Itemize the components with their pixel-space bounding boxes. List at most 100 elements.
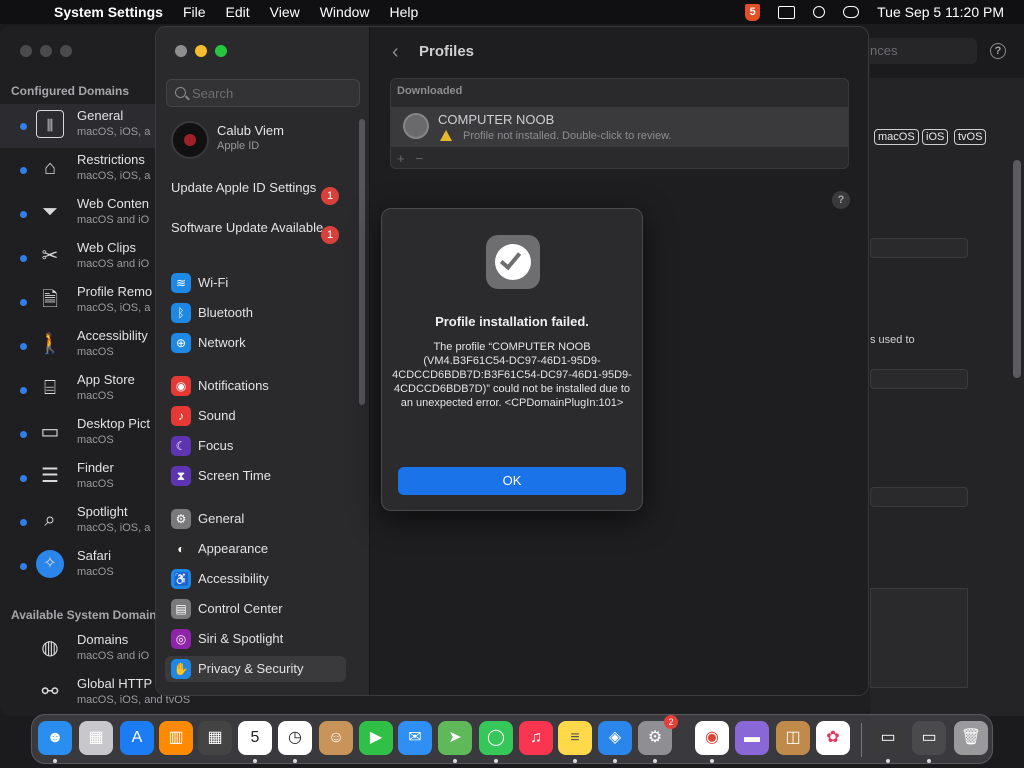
menu-edit[interactable]: Edit [226, 4, 250, 20]
dock-notes-icon[interactable]: ≡ [558, 721, 592, 755]
account-name: Calub Viem [217, 123, 284, 138]
help-button[interactable]: ? [832, 191, 850, 209]
sidebar-scrollbar[interactable] [359, 119, 365, 405]
remove-profile-button[interactable]: − [415, 151, 423, 166]
search-icon [175, 87, 186, 98]
dock-chrome-icon[interactable]: ◉ [695, 721, 729, 755]
sidebar-item-sound[interactable]: ♪ Sound [171, 403, 349, 429]
domain-title: Accessibility [77, 328, 148, 343]
dock-contacts-icon[interactable]: ☺ [319, 721, 353, 755]
close-button[interactable] [20, 45, 32, 57]
dock-package-icon[interactable]: ◫ [776, 721, 810, 755]
html5-status-icon[interactable]: 5 [745, 3, 761, 21]
bg-help-icon[interactable]: ? [990, 43, 1006, 59]
sidebar-item-notifications[interactable]: ◉ Notifications [171, 373, 349, 399]
dock-music-icon[interactable]: ♫ [519, 721, 553, 755]
running-indicator [613, 759, 617, 763]
status-dot [20, 255, 27, 262]
software-update-available[interactable]: Software Update Available [171, 220, 346, 236]
dock-finder-icon[interactable]: ☻ [38, 721, 72, 755]
bg-scrollbar[interactable] [1013, 160, 1021, 378]
domain-item-domains[interactable]: ◍ Domains macOS and iO [0, 628, 155, 672]
zoom-button[interactable] [215, 45, 227, 57]
domain-item-accessibility[interactable]: 🚶 Accessibility macOS [0, 324, 155, 368]
finder-icon: ☰ [41, 465, 59, 487]
close-button[interactable] [175, 45, 187, 57]
update-apple-id-settings[interactable]: Update Apple ID Settings [171, 180, 346, 196]
dock-launchpad-icon[interactable]: ▦ [79, 721, 113, 755]
dock-trash-icon[interactable]: 🗑 [954, 721, 988, 755]
minimize-button[interactable] [195, 45, 207, 57]
domain-item-web-content[interactable]: ⏷ Web Conten macOS and iO [0, 192, 155, 236]
dock-config-tool-icon[interactable]: ✿ [816, 721, 850, 755]
bg-search-field[interactable]: nces [862, 38, 977, 64]
domain-item-spotlight[interactable]: ⌕ Spotlight macOS, iOS, a [0, 500, 155, 544]
dock-window-thumb-2-icon[interactable]: ▭ [912, 721, 946, 755]
sidebar-item-control-center[interactable]: ▤ Control Center [171, 596, 349, 622]
control-center-icon[interactable] [843, 6, 860, 18]
bg-field-2[interactable] [870, 369, 968, 389]
dock-utility-icon[interactable]: ▬ [735, 721, 769, 755]
dock-calendar-icon[interactable]: 5 [238, 721, 272, 755]
domain-item-profile-removal[interactable]: 🗎 Profile Remo macOS, iOS, a [0, 280, 155, 324]
sidebar-item-accessibility[interactable]: ♿ Accessibility [171, 566, 349, 592]
add-profile-button[interactable]: + [397, 151, 405, 166]
dock-messages-icon[interactable]: ◯ [479, 721, 513, 755]
screen-mirroring-icon[interactable] [778, 5, 796, 19]
status-dot [20, 343, 27, 350]
menu-clock[interactable]: Tue Sep 5 11:20 PM [877, 4, 1004, 20]
bg-field-1[interactable] [870, 238, 968, 258]
domain-item-app-store[interactable]: ⌸ App Store macOS [0, 368, 155, 412]
dock-calculator-icon[interactable]: ▦ [198, 721, 232, 755]
sidebar-item-bluetooth[interactable]: ᛒ Bluetooth [171, 300, 349, 326]
menu-bar: System Settings File Edit View Window He… [0, 0, 1024, 24]
domain-title: Spotlight [77, 504, 128, 519]
back-chevron-icon[interactable]: ‹ [392, 41, 399, 64]
dock-books-icon[interactable]: ▥ [159, 721, 193, 755]
menu-window[interactable]: Window [320, 4, 370, 20]
search-icon[interactable] [813, 6, 826, 18]
sidebar-item-wi-fi[interactable]: ≋ Wi-Fi [171, 270, 349, 296]
apple-id-account[interactable]: Calub Viem Apple ID [171, 119, 361, 159]
ok-button[interactable]: OK [398, 467, 626, 495]
domain-title: Global HTTP [77, 676, 153, 691]
profile-gear-icon [403, 113, 429, 139]
dock-facetime-icon[interactable]: ▶ [359, 721, 393, 755]
domain-item-safari[interactable]: ✧ Safari macOS [0, 544, 155, 588]
sidebar-item-network[interactable]: ⊕ Network [171, 330, 349, 356]
dock-safari-icon[interactable]: ◈ [598, 721, 632, 755]
sidebar-item-siri-spotlight[interactable]: ◎ Siri & Spotlight [171, 626, 349, 652]
sidebar-item-appearance[interactable]: ◐ Appearance [171, 536, 349, 562]
account-sub: Apple ID [217, 140, 260, 152]
domain-item-general[interactable]: ⫼ General macOS, iOS, a [0, 104, 155, 148]
sidebar-item-label: Sound [198, 408, 236, 423]
domain-item-web-clips[interactable]: ✂ Web Clips macOS and iO [0, 236, 155, 280]
sidebar-item-general[interactable]: ⚙ General [171, 506, 349, 532]
domain-item-finder[interactable]: ☰ Finder macOS [0, 456, 155, 500]
status-dot [20, 431, 27, 438]
minimize-button[interactable] [40, 45, 52, 57]
dock-maps-icon[interactable]: ➤ [438, 721, 472, 755]
domain-item-global-http-proxy[interactable]: ⚯ Global HTTP macOS, iOS, and tvOS [0, 672, 190, 716]
bg-textarea[interactable] [870, 588, 968, 688]
bg-field-3[interactable] [870, 487, 968, 507]
menu-help[interactable]: Help [390, 4, 419, 20]
dock-separator [861, 723, 862, 757]
dock-clock-icon[interactable]: ◷ [278, 721, 312, 755]
domain-item-desktop-picture[interactable]: ▭ Desktop Pict macOS [0, 412, 155, 456]
menu-app-name[interactable]: System Settings [54, 4, 163, 20]
settings-search-input[interactable]: Search [166, 79, 360, 107]
status-dot [20, 123, 27, 130]
dock-mail-icon[interactable]: ✉ [398, 721, 432, 755]
menu-view[interactable]: View [270, 4, 300, 20]
dock-app-store-icon[interactable]: A [120, 721, 154, 755]
zoom-button[interactable] [60, 45, 72, 57]
domain-sub: macOS, iOS, a [77, 126, 151, 138]
domain-item-restrictions[interactable]: ⌂ Restrictions macOS, iOS, a [0, 148, 155, 192]
profile-row[interactable]: COMPUTER NOOB Profile not installed. Dou… [391, 107, 848, 147]
dock-window-thumb-icon[interactable]: ▭ [871, 721, 905, 755]
menu-file[interactable]: File [183, 4, 206, 20]
sidebar-item-screen-time[interactable]: ⧗ Screen Time [171, 463, 349, 489]
sidebar-item-privacy-security[interactable]: ✋ Privacy & Security [165, 656, 346, 682]
sidebar-item-focus[interactable]: ☾ Focus [171, 433, 349, 459]
